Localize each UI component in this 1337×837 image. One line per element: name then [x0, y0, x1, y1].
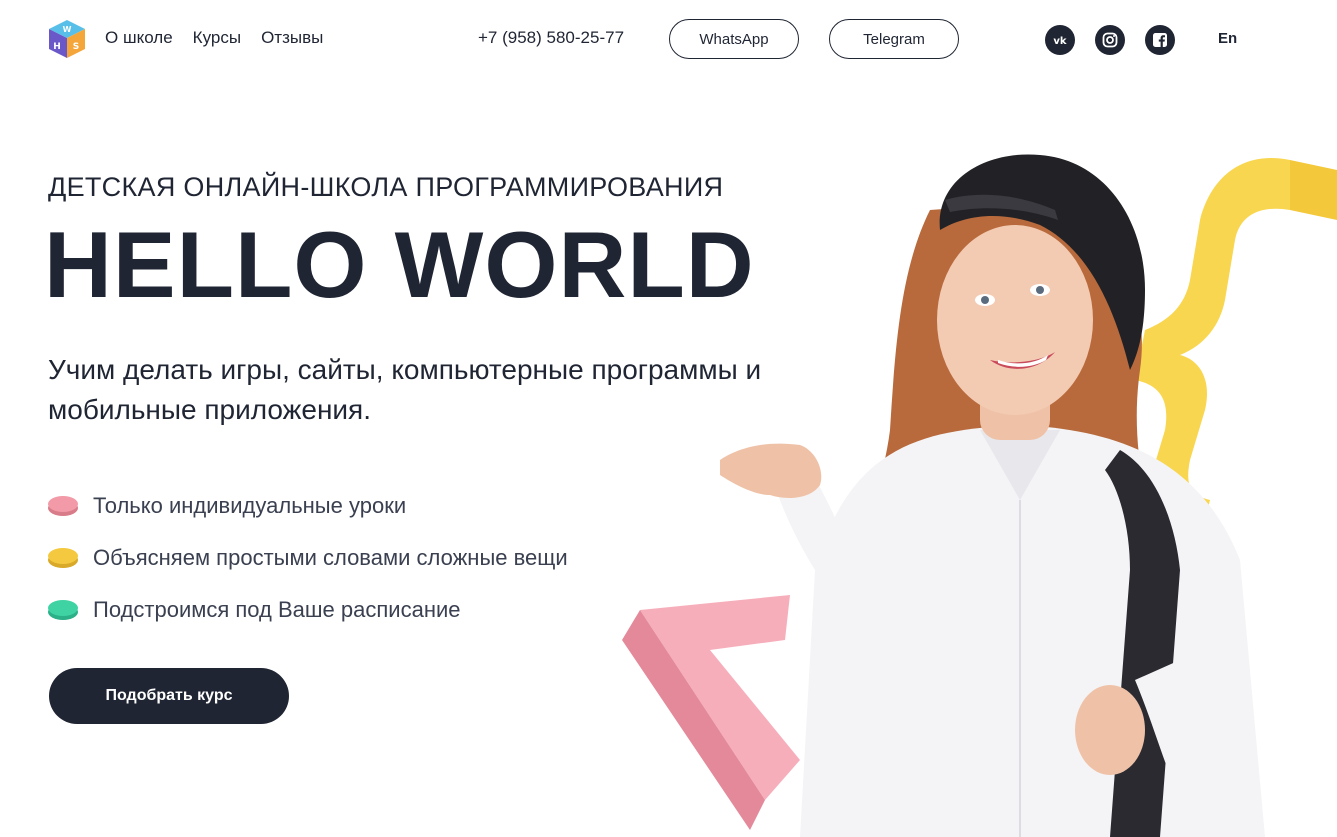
phone-link[interactable]: +7 (958) 580-25-77 [478, 28, 624, 48]
facebook-icon [1153, 33, 1167, 47]
svg-text:H: H [53, 42, 61, 52]
feature-list: Только индивидуальные уроки Объясняем пр… [48, 480, 568, 636]
nav-link-courses[interactable]: Курсы [193, 28, 241, 48]
school-logo[interactable]: W H S [47, 18, 87, 60]
instagram-link[interactable] [1095, 25, 1125, 55]
svg-text:vk: vk [1053, 36, 1067, 46]
vk-icon: vk [1053, 36, 1067, 46]
facebook-link[interactable] [1145, 25, 1175, 55]
hero-illustration [622, 154, 1337, 837]
whatsapp-button[interactable]: WhatsApp [669, 19, 799, 59]
feature-item: Объясняем простыми словами сложные вещи [48, 532, 568, 584]
pill-bullet-icon [48, 600, 78, 620]
choose-course-button[interactable]: Подобрать курс [49, 668, 289, 724]
feature-item: Только индивидуальные уроки [48, 480, 568, 532]
feature-text: Подстроимся под Ваше расписание [93, 597, 461, 622]
feature-text: Объясняем простыми словами сложные вещи [93, 545, 568, 570]
nav-link-about[interactable]: О школе [105, 28, 173, 48]
nav-link-reviews[interactable]: Отзывы [261, 28, 323, 48]
main-nav: О школе Курсы Отзывы [105, 28, 323, 48]
vk-link[interactable]: vk [1045, 25, 1075, 55]
feature-item: Подстроимся под Ваше расписание [48, 584, 568, 636]
svg-text:S: S [73, 42, 79, 52]
telegram-button[interactable]: Telegram [829, 19, 959, 59]
logo-cube-icon: W H S [49, 20, 85, 58]
svg-text:W: W [63, 25, 72, 34]
instagram-icon [1102, 32, 1118, 48]
language-switch[interactable]: En [1218, 30, 1237, 47]
pill-bullet-icon [48, 548, 78, 568]
site-header: W H S О школе Курсы Отзывы +7 (958) 580-… [0, 0, 1337, 78]
pink-bracket-shape [622, 595, 800, 830]
feature-text: Только индивидуальные уроки [93, 493, 407, 518]
pill-bullet-icon [48, 496, 78, 516]
